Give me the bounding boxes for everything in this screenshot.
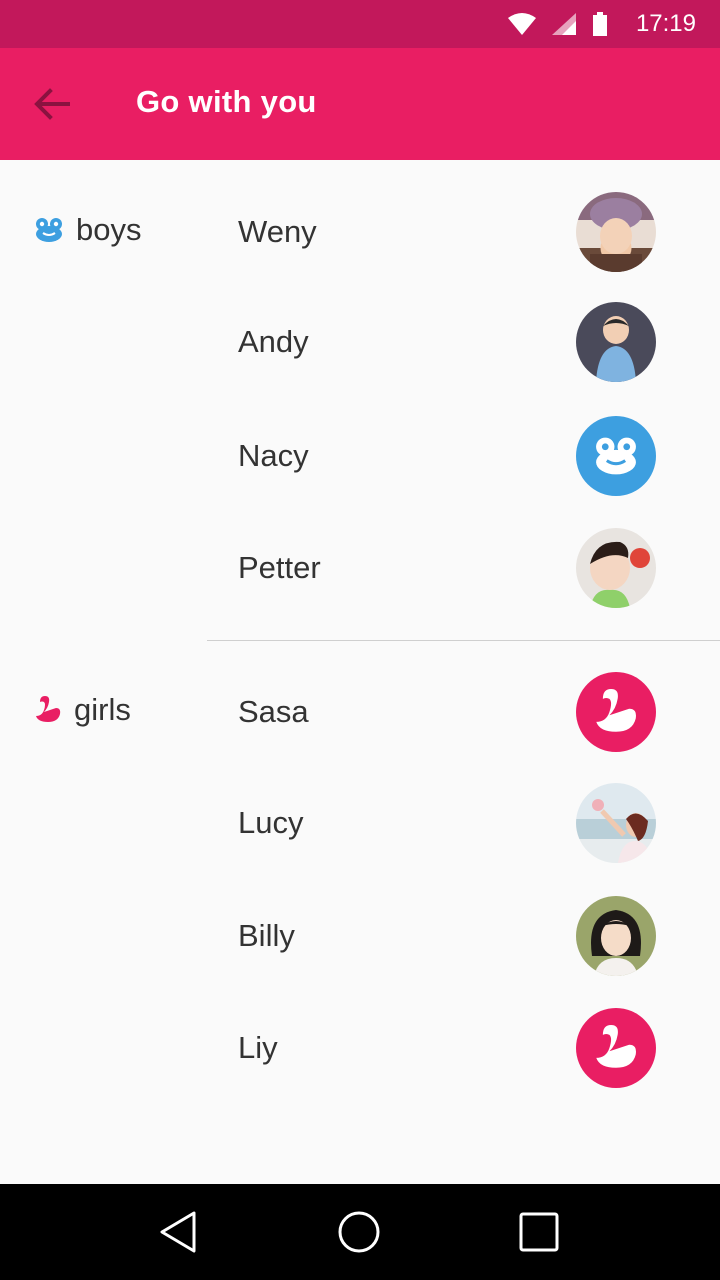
nav-recents-button[interactable] bbox=[509, 1202, 569, 1262]
nav-back-icon bbox=[160, 1211, 196, 1253]
list-item[interactable]: Liy bbox=[0, 993, 720, 1103]
avatar bbox=[576, 1008, 656, 1088]
group-divider bbox=[207, 640, 720, 641]
status-time: 17:19 bbox=[635, 10, 696, 37]
avatar bbox=[576, 416, 656, 496]
nav-back-button[interactable] bbox=[148, 1202, 208, 1262]
nav-recents-icon bbox=[519, 1212, 559, 1252]
contact-name: Nacy bbox=[238, 438, 309, 473]
status-bar: 17:19 bbox=[0, 0, 720, 48]
nav-home-button[interactable] bbox=[329, 1202, 389, 1262]
list-item[interactable]: Billy bbox=[0, 881, 720, 991]
app-bar: Go with you bbox=[0, 48, 720, 160]
back-button[interactable] bbox=[24, 76, 80, 132]
contact-name: Sasa bbox=[238, 694, 309, 729]
swan-icon bbox=[596, 689, 636, 732]
status-icons: 17:19 bbox=[507, 0, 696, 48]
signal-icon bbox=[551, 13, 576, 35]
page-title: Go with you bbox=[136, 84, 317, 119]
nav-home-icon bbox=[338, 1211, 380, 1253]
contact-name: Liy bbox=[238, 1030, 278, 1065]
frog-icon bbox=[596, 437, 636, 475]
avatar bbox=[576, 302, 656, 382]
navigation-bar bbox=[0, 1184, 720, 1280]
battery-icon bbox=[592, 12, 607, 36]
list-item[interactable]: Sasa bbox=[0, 657, 720, 767]
contact-name: Weny bbox=[238, 214, 317, 249]
avatar bbox=[576, 672, 656, 752]
list-item[interactable]: Andy bbox=[0, 287, 720, 397]
list-item[interactable]: Petter bbox=[0, 513, 720, 623]
contact-name: Petter bbox=[238, 550, 321, 585]
list-item[interactable]: Weny bbox=[0, 177, 720, 287]
contact-name: Lucy bbox=[238, 805, 304, 840]
list-item[interactable]: Lucy bbox=[0, 768, 720, 878]
arrow-back-icon bbox=[34, 88, 70, 120]
avatar bbox=[576, 528, 656, 608]
wifi-icon bbox=[507, 13, 536, 35]
contact-name: Billy bbox=[238, 918, 295, 953]
avatar bbox=[576, 783, 656, 863]
avatar bbox=[576, 192, 656, 272]
avatar bbox=[576, 896, 656, 976]
contact-name: Andy bbox=[238, 324, 309, 359]
swan-icon bbox=[596, 1025, 636, 1068]
list-item[interactable]: Nacy bbox=[0, 401, 720, 511]
